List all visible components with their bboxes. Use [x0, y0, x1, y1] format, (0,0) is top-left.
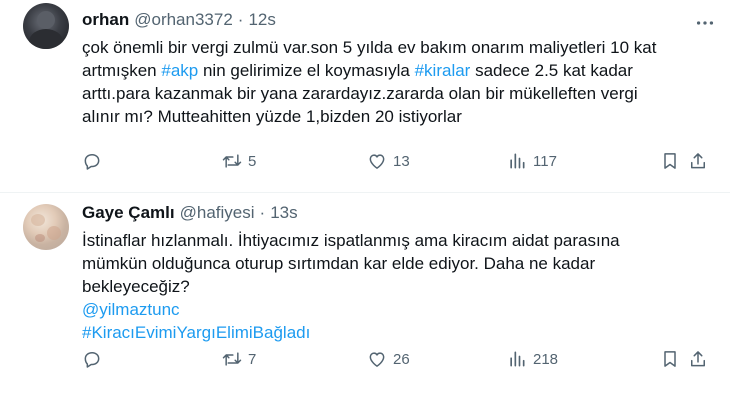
hashtag-link[interactable]: #kiralar: [415, 61, 471, 80]
heart-icon: [369, 154, 385, 169]
bookmark-button[interactable]: [660, 151, 680, 171]
user-handle[interactable]: @hafiyesi: [180, 203, 255, 223]
views-icon: [510, 351, 525, 367]
views-button[interactable]: 218: [507, 349, 558, 369]
timestamp[interactable]: 12s: [248, 10, 275, 30]
retweet-icon: [222, 154, 242, 168]
tweet-text-line: çok önemli bir vergi zulmü var.son 5 yıl…: [82, 38, 657, 57]
timestamp[interactable]: 13s: [270, 203, 297, 223]
tweet-text-line: mümkün olduğunca oturup sırtımdan kar el…: [82, 254, 596, 273]
tweet-header: Gaye Çamlı @hafiyesi · 13s: [82, 203, 716, 223]
share-button[interactable]: [688, 349, 708, 369]
reply-icon: [84, 352, 100, 368]
tweet[interactable]: Gaye Çamlı @hafiyesi · 13s İstinaflar hı…: [0, 193, 730, 420]
action-bar: 7 26 218: [82, 349, 716, 371]
text-segment: artmışken: [82, 61, 162, 80]
tweet-text: çok önemli bir vergi zulmü var.son 5 yıl…: [82, 36, 716, 128]
share-icon: [691, 153, 705, 169]
tweet-text-line: alınır mı? Mutteahitten yüzde 1,bizden 2…: [82, 107, 462, 126]
bookmark-icon: [664, 153, 676, 169]
user-name[interactable]: Gaye Çamlı: [82, 203, 175, 223]
tweet-text: İstinaflar hızlanmalı. İhtiyacımız ispat…: [82, 229, 716, 344]
hashtag-link[interactable]: #KiracıEvimiYargıElimiBağladı: [82, 321, 716, 344]
view-count: 117: [533, 152, 557, 170]
views-icon: [510, 153, 525, 169]
more-icon[interactable]: [694, 12, 716, 34]
heart-icon: [369, 352, 385, 367]
retweet-button[interactable]: 5: [222, 151, 256, 171]
reply-icon: [84, 154, 100, 170]
share-icon: [691, 351, 705, 367]
retweet-count: 5: [248, 152, 257, 170]
tweet[interactable]: orhan @orhan3372 · 12s çok önemli bir ve…: [0, 0, 730, 193]
retweet-count: 7: [248, 350, 257, 368]
like-button[interactable]: 13: [367, 151, 410, 171]
user-handle[interactable]: @orhan3372: [134, 10, 233, 30]
text-segment: sadece 2.5 kat kadar: [470, 61, 633, 80]
reply-button[interactable]: [82, 349, 102, 369]
like-count: 26: [393, 350, 410, 368]
user-name[interactable]: orhan: [82, 10, 129, 30]
separator-dot: ·: [259, 203, 266, 222]
avatar[interactable]: [23, 204, 69, 250]
like-count: 13: [393, 152, 410, 170]
text-segment: nin gelirimize el koymasıyla: [198, 61, 415, 80]
view-count: 218: [533, 350, 559, 368]
views-button[interactable]: 117: [507, 151, 557, 171]
tweet-header: orhan @orhan3372 · 12s: [82, 10, 716, 30]
bookmark-icon: [664, 351, 676, 367]
action-bar: 5 13 117: [82, 151, 716, 173]
bookmark-button[interactable]: [660, 349, 680, 369]
retweet-button[interactable]: 7: [222, 349, 256, 369]
like-button[interactable]: 26: [367, 349, 410, 369]
mention-link[interactable]: @yilmaztunc: [82, 298, 716, 321]
tweet-text-line: artmışken #akp nin gelirimize el koyması…: [82, 59, 716, 82]
separator-dot: ·: [237, 10, 244, 29]
tweet-text-line: bekleyeceğiz?: [82, 277, 190, 296]
hashtag-link[interactable]: #akp: [161, 61, 198, 80]
share-button[interactable]: [688, 151, 708, 171]
retweet-icon: [222, 352, 242, 366]
tweet-text-line: arttı.para kazanmak bir yana zarardayız.…: [82, 84, 638, 103]
tweet-text-line: İstinaflar hızlanmalı. İhtiyacımız ispat…: [82, 231, 620, 250]
avatar[interactable]: [23, 3, 69, 49]
reply-button[interactable]: [82, 151, 102, 171]
